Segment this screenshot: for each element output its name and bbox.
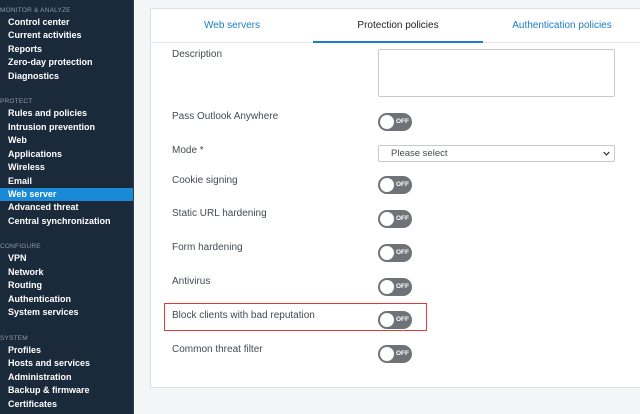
sidebar-item-applications[interactable]: Applications — [0, 148, 134, 161]
sidebar-item-web-server[interactable]: Web server — [0, 188, 134, 201]
mode-select-value: Please select — [391, 148, 448, 159]
form-hardening-toggle[interactable]: OFF — [378, 244, 412, 262]
toggle-knob — [380, 115, 394, 129]
sidebar-item-diagnostics[interactable]: Diagnostics — [0, 70, 134, 83]
sidebar-item-administration[interactable]: Administration — [0, 371, 134, 384]
tab-bar: Web servers Protection policies Authenti… — [151, 9, 640, 43]
sidebar-item-current-activities[interactable]: Current activities — [0, 29, 134, 42]
sidebar-item-central-synchronization[interactable]: Central synchronization — [0, 215, 134, 228]
sidebar-item-hosts-and-services[interactable]: Hosts and services — [0, 357, 134, 370]
static-url-hardening-toggle[interactable]: OFF — [378, 210, 412, 228]
chevron-down-icon — [603, 151, 610, 156]
static-url-hardening-label: Static URL hardening — [172, 208, 267, 219]
block-clients-toggle[interactable]: OFF — [378, 311, 412, 329]
sidebar-item-reports[interactable]: Reports — [0, 43, 134, 56]
toggle-state-label: OFF — [396, 118, 409, 125]
description-textarea[interactable] — [378, 49, 615, 97]
sidebar-item-network[interactable]: Network — [0, 266, 134, 279]
tab-authentication-policies[interactable]: Authentication policies — [483, 9, 640, 43]
section-configure: CONFIGURE — [0, 243, 41, 250]
toggle-state-label: OFF — [396, 249, 409, 256]
sidebar-item-vpn[interactable]: VPN — [0, 252, 134, 265]
toggle-state-label: OFF — [396, 215, 409, 222]
toggle-knob — [380, 313, 394, 327]
common-threat-filter-toggle[interactable]: OFF — [378, 345, 412, 363]
mode-label: Mode * — [172, 145, 204, 156]
sidebar-item-certificates[interactable]: Certificates — [0, 398, 134, 411]
common-threat-filter-label: Common threat filter — [172, 344, 263, 355]
toggle-state-label: OFF — [396, 283, 409, 290]
sidebar-item-authentication[interactable]: Authentication — [0, 293, 134, 306]
toggle-knob — [380, 347, 394, 361]
cookie-signing-toggle[interactable]: OFF — [378, 176, 412, 194]
toggle-state-label: OFF — [396, 181, 409, 188]
sidebar-item-advanced-threat[interactable]: Advanced threat — [0, 201, 134, 214]
sidebar-item-intrusion-prevention[interactable]: Intrusion prevention — [0, 121, 134, 134]
sidebar-item-system-services[interactable]: System services — [0, 306, 134, 319]
tab-web-servers[interactable]: Web servers — [151, 9, 313, 43]
sidebar-item-profiles[interactable]: Profiles — [0, 344, 134, 357]
tab-protection-policies[interactable]: Protection policies — [313, 9, 483, 43]
sidebar-nav: MONITOR & ANALYZE Control center Current… — [0, 0, 134, 414]
pass-outlook-label: Pass Outlook Anywhere — [172, 111, 279, 122]
antivirus-toggle[interactable]: OFF — [378, 278, 412, 296]
sidebar-item-email[interactable]: Email — [0, 175, 134, 188]
antivirus-label: Antivirus — [172, 276, 211, 287]
toggle-knob — [380, 280, 394, 294]
mode-select[interactable]: Please select — [378, 145, 615, 162]
pass-outlook-toggle[interactable]: OFF — [378, 113, 412, 131]
section-protect: PROTECT — [0, 98, 33, 105]
sidebar-item-web[interactable]: Web — [0, 134, 134, 147]
toggle-knob — [380, 178, 394, 192]
sidebar-item-wireless[interactable]: Wireless — [0, 161, 134, 174]
sidebar-item-rules-and-policies[interactable]: Rules and policies — [0, 107, 134, 120]
toggle-state-label: OFF — [396, 350, 409, 357]
toggle-knob — [380, 212, 394, 226]
form-hardening-label: Form hardening — [172, 242, 243, 253]
section-monitor-analyze: MONITOR & ANALYZE — [0, 7, 71, 14]
section-system: SYSTEM — [0, 335, 28, 342]
cookie-signing-label: Cookie signing — [172, 175, 238, 186]
toggle-knob — [380, 246, 394, 260]
sidebar-item-zero-day-protection[interactable]: Zero-day protection — [0, 56, 134, 69]
sidebar-item-control-center[interactable]: Control center — [0, 16, 134, 29]
block-clients-label: Block clients with bad reputation — [172, 310, 315, 321]
description-label: Description — [172, 49, 223, 60]
sidebar-item-routing[interactable]: Routing — [0, 279, 134, 292]
sidebar-item-backup-firmware[interactable]: Backup & firmware — [0, 384, 134, 397]
toggle-state-label: OFF — [396, 316, 409, 323]
